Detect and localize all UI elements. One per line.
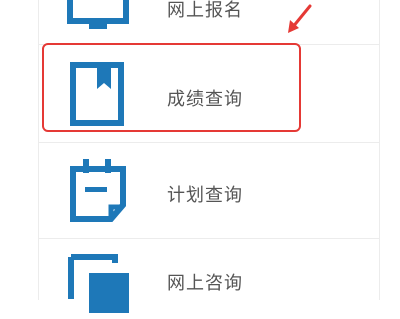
service-menu: 网上报名 成绩查询 计划查询 网上咨询 (38, 0, 380, 313)
menu-item-label: 网上报名 (167, 0, 243, 21)
menu-item-label: 网上咨询 (167, 273, 243, 294)
monitor-icon (67, 0, 129, 29)
bookmark-book-icon (70, 62, 124, 126)
menu-item-label: 计划查询 (167, 185, 243, 206)
menu-item-label: 成绩查询 (167, 89, 243, 110)
menu-item-score-query[interactable]: 成绩查询 (39, 45, 379, 142)
menu-item-plan-query[interactable]: 计划查询 (39, 143, 379, 238)
annotation-arrow-icon (288, 4, 312, 33)
menu-item-online-registration[interactable]: 网上报名 (39, 0, 379, 40)
calendar-icon (70, 159, 126, 222)
menu-item-online-consultation[interactable]: 网上咨询 (39, 239, 379, 319)
chat-window-icon (68, 254, 129, 313)
